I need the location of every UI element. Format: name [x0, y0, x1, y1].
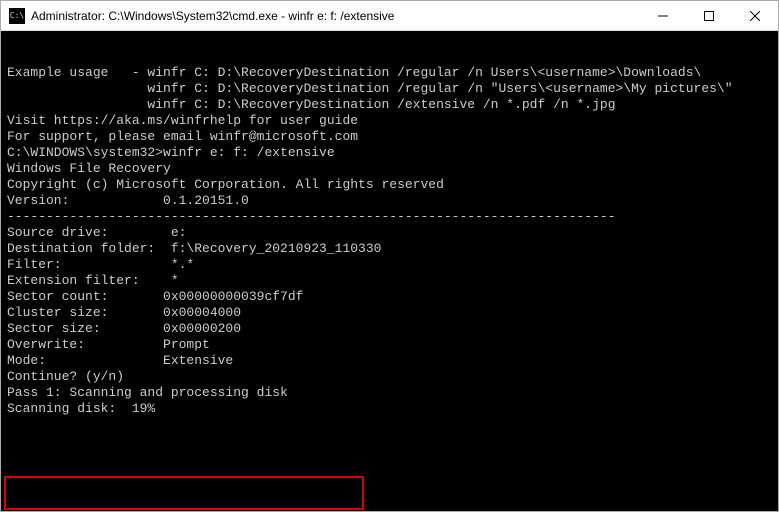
- terminal-line: Mode: Extensive: [7, 353, 772, 369]
- terminal-line: winfr C: D:\RecoveryDestination /regular…: [7, 81, 772, 97]
- cmd-window: C:\ Administrator: C:\Windows\System32\c…: [0, 0, 779, 512]
- window-controls: [640, 1, 778, 31]
- terminal-line: ----------------------------------------…: [7, 209, 772, 225]
- terminal-line: Cluster size: 0x00004000: [7, 305, 772, 321]
- highlight-annotation: [4, 476, 364, 510]
- terminal-line: Overwrite: Prompt: [7, 337, 772, 353]
- maximize-button[interactable]: [686, 1, 732, 31]
- terminal-line: Filter: *.*: [7, 257, 772, 273]
- cmd-icon-label: C:\: [10, 11, 24, 20]
- terminal-line: Windows File Recovery: [7, 161, 772, 177]
- cmd-icon: C:\: [9, 8, 25, 24]
- terminal-line: Extension filter: *: [7, 273, 772, 289]
- terminal-line: Example usage - winfr C: D:\RecoveryDest…: [7, 65, 772, 81]
- maximize-icon: [704, 11, 714, 21]
- window-title: Administrator: C:\Windows\System32\cmd.e…: [31, 9, 640, 23]
- terminal-line: Sector size: 0x00000200: [7, 321, 772, 337]
- minimize-icon: [658, 11, 668, 21]
- close-button[interactable]: [732, 1, 778, 31]
- terminal-line: Destination folder: f:\Recovery_20210923…: [7, 241, 772, 257]
- terminal-line: C:\WINDOWS\system32>winfr e: f: /extensi…: [7, 145, 772, 161]
- terminal-line: winfr C: D:\RecoveryDestination /extensi…: [7, 97, 772, 113]
- terminal-line: Visit https://aka.ms/winfrhelp for user …: [7, 113, 772, 129]
- terminal-line: Source drive: e:: [7, 225, 772, 241]
- close-icon: [750, 11, 760, 21]
- terminal-line: For support, please email winfr@microsof…: [7, 129, 772, 145]
- terminal-output[interactable]: Example usage - winfr C: D:\RecoveryDest…: [1, 31, 778, 511]
- titlebar: C:\ Administrator: C:\Windows\System32\c…: [1, 1, 778, 31]
- terminal-line: Sector count: 0x00000000039cf7df: [7, 289, 772, 305]
- terminal-line: Scanning disk: 19%: [7, 401, 772, 417]
- terminal-line: Continue? (y/n): [7, 369, 772, 385]
- terminal-line: Version: 0.1.20151.0: [7, 193, 772, 209]
- minimize-button[interactable]: [640, 1, 686, 31]
- terminal-line: Copyright (c) Microsoft Corporation. All…: [7, 177, 772, 193]
- terminal-line: Pass 1: Scanning and processing disk: [7, 385, 772, 401]
